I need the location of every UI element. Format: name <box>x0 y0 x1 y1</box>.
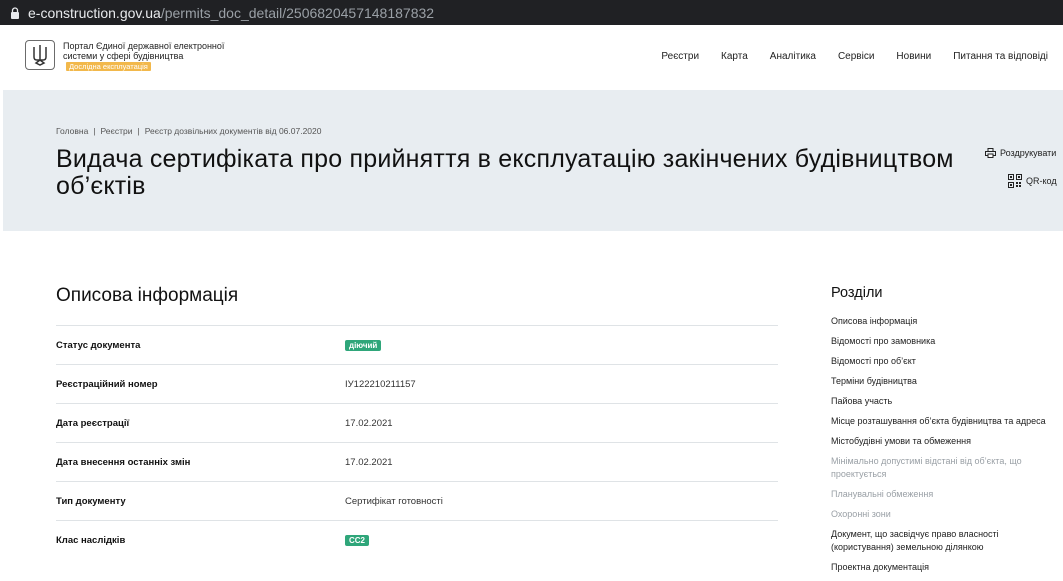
breadcrumb: Головна | Реєстри | Реєстр дозвільних до… <box>56 126 322 136</box>
url-host: e-construction.gov.ua <box>28 4 161 21</box>
breadcrumb-separator: | <box>93 126 96 136</box>
section-title: Описова інформація <box>56 285 239 306</box>
beta-badge: Дослідна експлуатація <box>66 62 151 71</box>
sidebar-item[interactable]: Терміни будівництва <box>831 375 1063 388</box>
site-header: Портал Єдиної державної електронної сист… <box>3 25 1063 90</box>
nav-registries[interactable]: Реєстри <box>661 51 699 62</box>
sidebar-item[interactable]: Описова інформація <box>831 315 1063 328</box>
url-path: /permits_doc_detail/2506820457148187832 <box>160 4 435 21</box>
qr-code-icon <box>1008 174 1022 188</box>
nav-news[interactable]: Новини <box>896 51 931 62</box>
sidebar-item[interactable]: Проектна документація <box>831 561 1063 574</box>
sidebar-item[interactable]: Пайова участь <box>831 395 1063 408</box>
info-key: Дата внесення останніх змін <box>56 456 191 468</box>
trident-icon <box>33 45 47 66</box>
info-value: СС2 <box>345 534 370 546</box>
info-value: ІУ122210211157 <box>345 378 416 390</box>
info-key: Статус документа <box>56 339 141 351</box>
info-value: Сертифікат готовності <box>345 495 443 507</box>
info-key: Реєстраційний номер <box>56 378 158 390</box>
sidebar-title: Розділи <box>831 285 883 301</box>
info-row-status: Статус документа діючий <box>56 325 778 364</box>
info-row-reg-date: Дата реєстрації 17.02.2021 <box>56 403 778 442</box>
nav-analytics[interactable]: Аналітика <box>770 51 816 62</box>
portal-name[interactable]: Портал Єдиної державної електронної сист… <box>63 41 233 71</box>
browser-address-bar[interactable]: e-construction.gov.ua/permits_doc_detail… <box>0 0 1063 25</box>
printer-icon <box>985 148 996 158</box>
page-title: Видача сертифіката про прийняття в експл… <box>56 145 954 200</box>
hero-section: Головна | Реєстри | Реєстр дозвільних до… <box>3 90 1063 231</box>
qr-code-label: QR-код <box>1026 176 1057 186</box>
info-row-doc-type: Тип документу Сертифікат готовності <box>56 481 778 520</box>
breadcrumb-separator: | <box>137 126 140 136</box>
breadcrumb-registries[interactable]: Реєстри <box>101 126 133 136</box>
info-key: Дата реєстрації <box>56 417 130 429</box>
sidebar-item-disabled: Планувальні обмеження <box>831 489 934 499</box>
nav-faq[interactable]: Питання та відповіді <box>953 51 1048 62</box>
info-value: 17.02.2021 <box>345 417 393 429</box>
print-label: Роздрукувати <box>1000 148 1057 158</box>
main-nav: Реєстри Карта Аналітика Сервіси Новини П… <box>639 51 1048 62</box>
info-key: Клас наслідків <box>56 534 126 546</box>
info-row-reg-number: Реєстраційний номер ІУ122210211157 <box>56 364 778 403</box>
print-button[interactable]: Роздрукувати <box>985 148 1057 158</box>
sidebar-item-disabled: Мінімально допустимі відстані від об’єкт… <box>831 456 1022 479</box>
portal-name-text: Портал Єдиної державної електронної сист… <box>63 41 225 61</box>
status-badge: діючий <box>345 339 382 351</box>
class-badge: СС2 <box>345 534 370 546</box>
info-value: 17.02.2021 <box>345 456 393 468</box>
lock-icon <box>11 6 19 19</box>
info-value: діючий <box>345 339 382 351</box>
trident-logo[interactable] <box>25 40 55 70</box>
sidebar-item-disabled: Охоронні зони <box>831 509 891 519</box>
info-row-consequence-class: Клас наслідків СС2 <box>56 520 778 559</box>
nav-services[interactable]: Сервіси <box>838 51 874 62</box>
qr-code-button[interactable]: QR-код <box>1008 174 1057 188</box>
breadcrumb-home[interactable]: Головна <box>56 126 88 136</box>
sidebar-item[interactable]: Місце розташування об’єкта будівництва т… <box>831 415 1063 428</box>
sidebar-item[interactable]: Відомості про об’єкт <box>831 355 1063 368</box>
sections-sidebar: Розділи Описова інформація Відомості про… <box>831 285 1063 581</box>
hero-actions: Роздрукувати QR-код <box>985 148 1057 204</box>
info-key: Тип документу <box>56 495 126 507</box>
sidebar-item[interactable]: Містобудівні умови та обмеження <box>831 435 1063 448</box>
info-row-last-change: Дата внесення останніх змін 17.02.2021 <box>56 442 778 481</box>
info-table: Статус документа діючий Реєстраційний но… <box>56 325 778 559</box>
sidebar-item[interactable]: Відомості про замовника <box>831 335 1063 348</box>
breadcrumb-current[interactable]: Реєстр дозвільних документів від 06.07.2… <box>145 126 322 136</box>
nav-map[interactable]: Карта <box>721 51 748 62</box>
sidebar-item[interactable]: Документ, що засвідчує право власності (… <box>831 528 1031 554</box>
